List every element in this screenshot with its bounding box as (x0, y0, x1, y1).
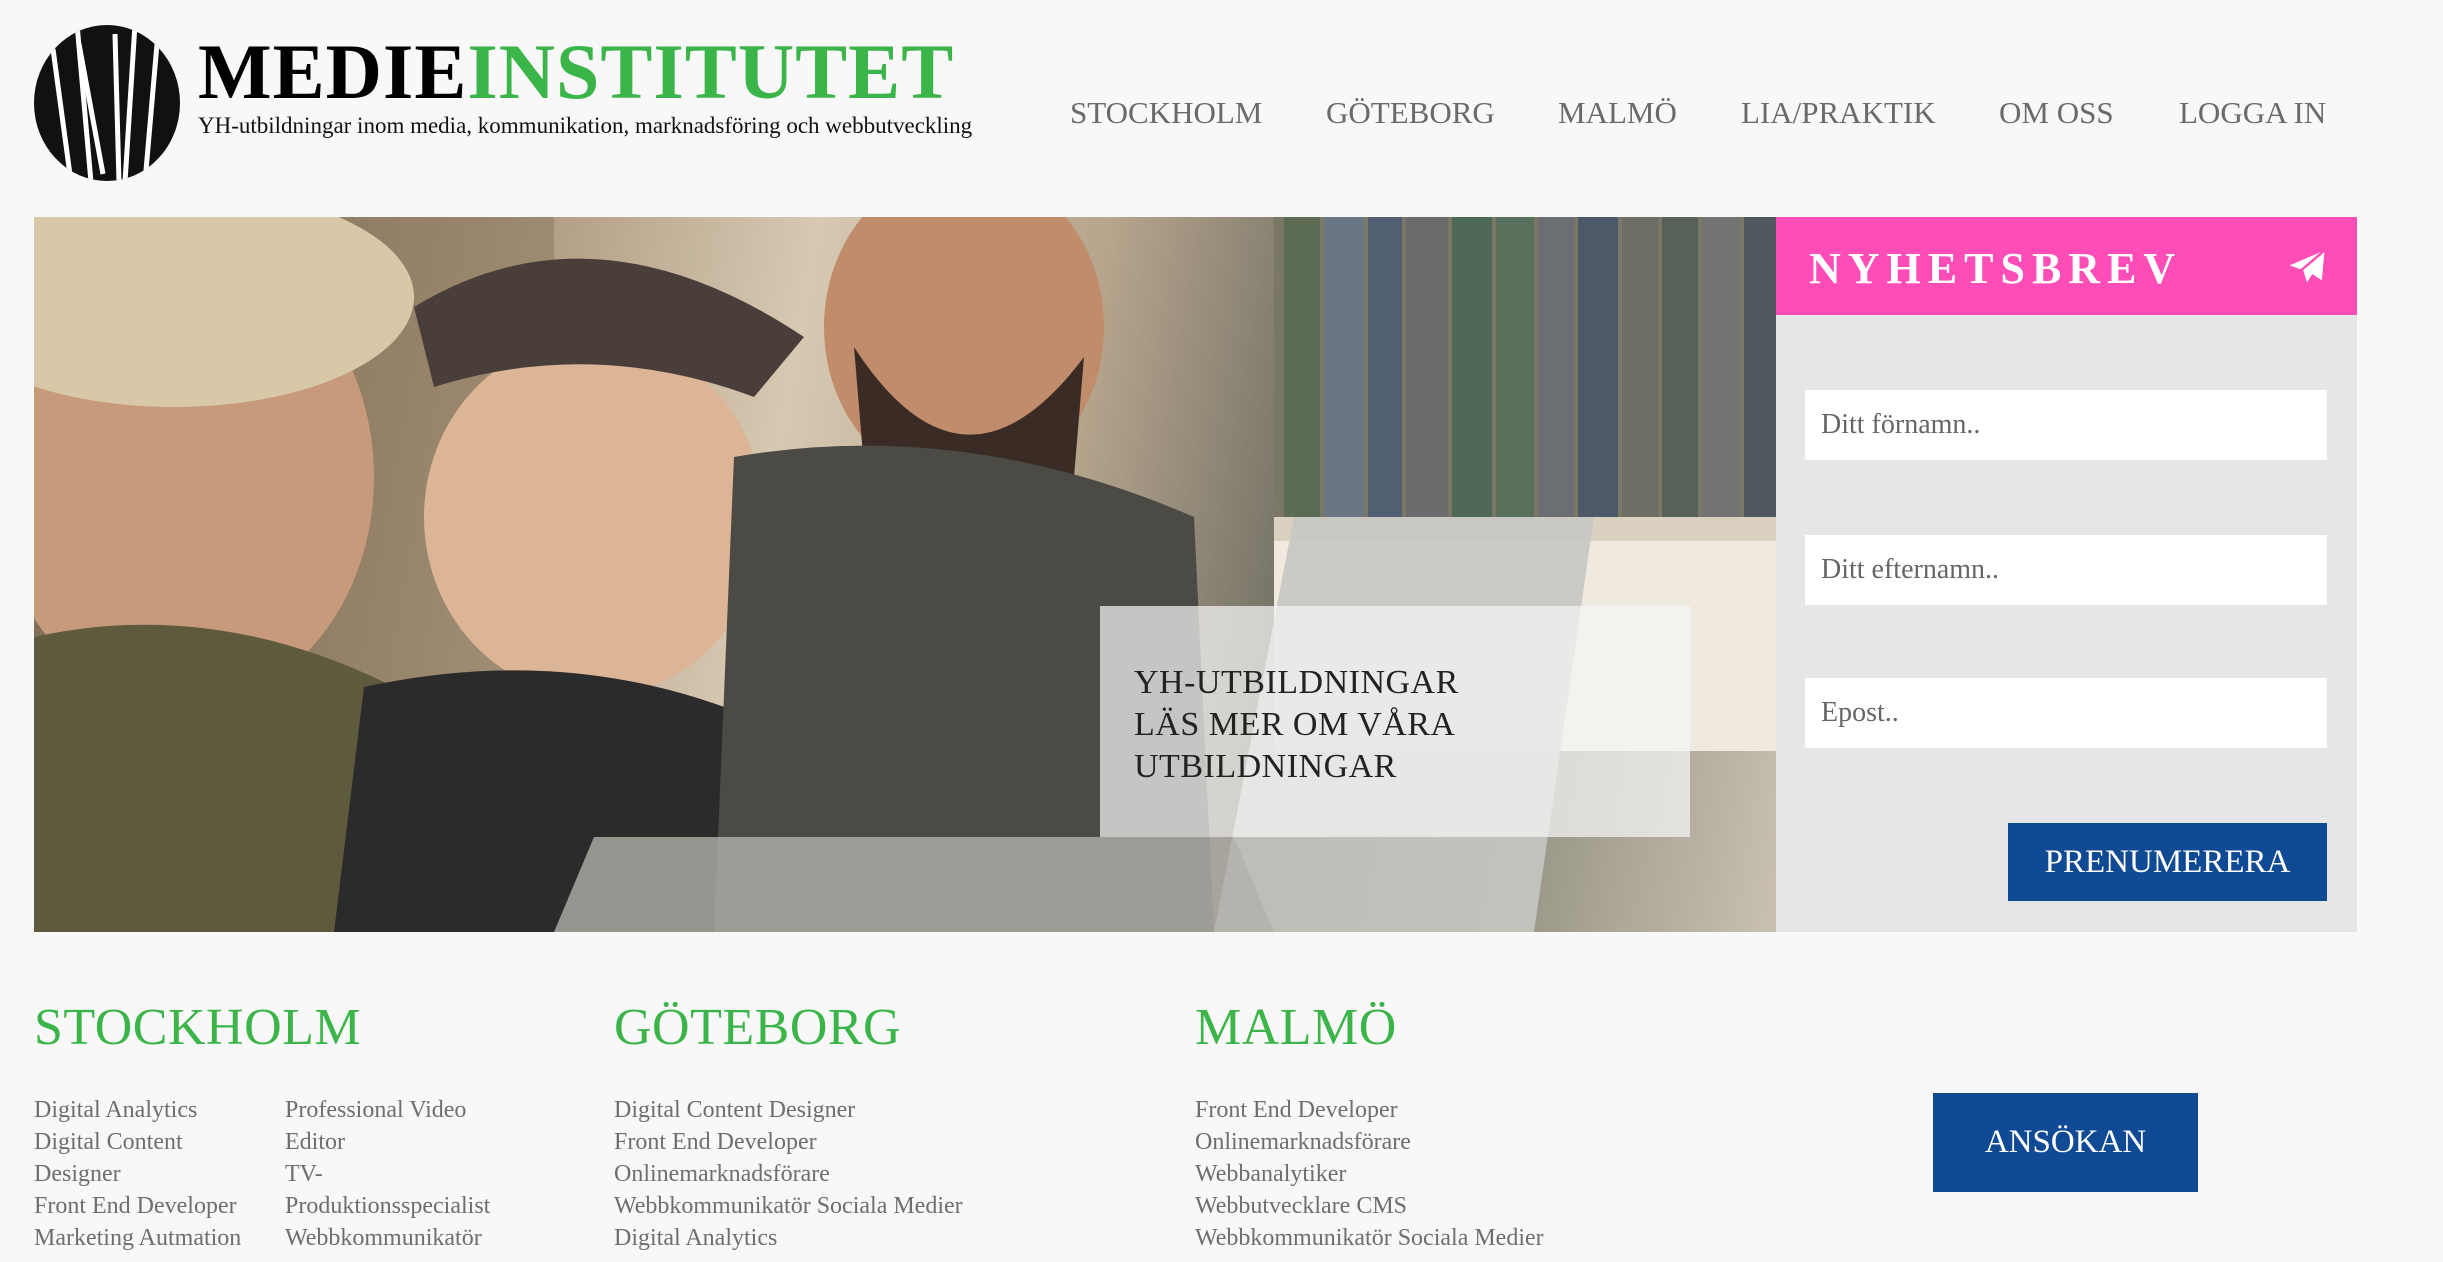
course-link[interactable]: Digital Content Designer (614, 1094, 963, 1126)
course-link[interactable]: Digital Analytics (614, 1222, 963, 1254)
course-link[interactable]: Marketing Autmation (34, 1222, 241, 1254)
hero-caption-line: LÄS MER OM VÅRA (1134, 706, 1456, 743)
lastname-field[interactable] (1805, 535, 2327, 605)
course-link[interactable]: Front End Developer (614, 1126, 963, 1158)
newsletter-header: NYHETSBREV (1776, 217, 2357, 315)
main-nav: STOCKHOLM GÖTEBORG MALMÖ LIA/PRAKTIK OM … (0, 95, 2443, 139)
course-link[interactable]: Onlinemarknadsförare (614, 1158, 963, 1190)
heading-goteborg: GÖTEBORG (614, 999, 902, 1056)
course-link[interactable]: Webbkommunikatör Sociala Medier (614, 1190, 963, 1222)
malmo-courses: Front End Developer Onlinemarknadsförare… (1195, 1094, 1544, 1254)
course-link[interactable]: Produktionsspecialist (285, 1190, 490, 1222)
nav-logga-in[interactable]: LOGGA IN (2179, 95, 2326, 131)
firstname-field[interactable] (1805, 390, 2327, 460)
course-link[interactable]: Editor (285, 1126, 490, 1158)
nav-om-oss[interactable]: OM OSS (1999, 95, 2114, 131)
course-link[interactable]: Designer (34, 1158, 241, 1190)
nav-stockholm[interactable]: STOCKHOLM (1070, 95, 1262, 131)
paper-plane-icon (2289, 249, 2326, 285)
course-link[interactable]: Webbutvecklare CMS (1195, 1190, 1544, 1222)
course-link[interactable]: Webbkommunikatör Sociala Medier (1195, 1222, 1544, 1254)
course-link[interactable]: TV- (285, 1158, 490, 1190)
hero-caption-line: YH-UTBILDNINGAR (1134, 664, 1459, 701)
course-link[interactable]: Digital Content (34, 1126, 241, 1158)
course-link[interactable]: Onlinemarknadsförare (1195, 1126, 1544, 1158)
hero-banner: YH-UTBILDNINGAR LÄS MER OM VÅRA UTBILDNI… (34, 217, 1776, 932)
course-link[interactable]: Digital Analytics (34, 1094, 241, 1126)
course-link[interactable]: Professional Video (285, 1094, 490, 1126)
course-link[interactable]: Front End Developer (1195, 1094, 1544, 1126)
stockholm-courses-col1: Digital Analytics Digital Content Design… (34, 1094, 241, 1254)
nav-malmo[interactable]: MALMÖ (1558, 95, 1677, 131)
newsletter-panel: NYHETSBREV PRENUMERERA (1776, 217, 2357, 932)
hero-caption-link[interactable]: YH-UTBILDNINGAR LÄS MER OM VÅRA UTBILDNI… (1100, 606, 1690, 837)
stockholm-courses-col2: Professional Video Editor TV- Produktion… (285, 1094, 490, 1254)
goteborg-courses: Digital Content Designer Front End Devel… (614, 1094, 963, 1254)
newsletter-title: NYHETSBREV (1809, 244, 2183, 293)
apply-button[interactable]: ANSÖKAN (1933, 1093, 2198, 1192)
heading-malmo: MALMÖ (1195, 999, 1397, 1056)
subscribe-button[interactable]: PRENUMERERA (2008, 823, 2327, 901)
nav-goteborg[interactable]: GÖTEBORG (1326, 95, 1495, 131)
heading-stockholm: STOCKHOLM (34, 999, 362, 1056)
hero-caption-line: UTBILDNINGAR (1134, 748, 1397, 785)
course-link[interactable]: Front End Developer (34, 1190, 241, 1222)
course-link[interactable]: Webbkommunikatör (285, 1222, 490, 1254)
email-field[interactable] (1805, 678, 2327, 748)
nav-lia-praktik[interactable]: LIA/PRAKTIK (1741, 95, 1936, 131)
course-link[interactable]: Webbanalytiker (1195, 1158, 1544, 1190)
